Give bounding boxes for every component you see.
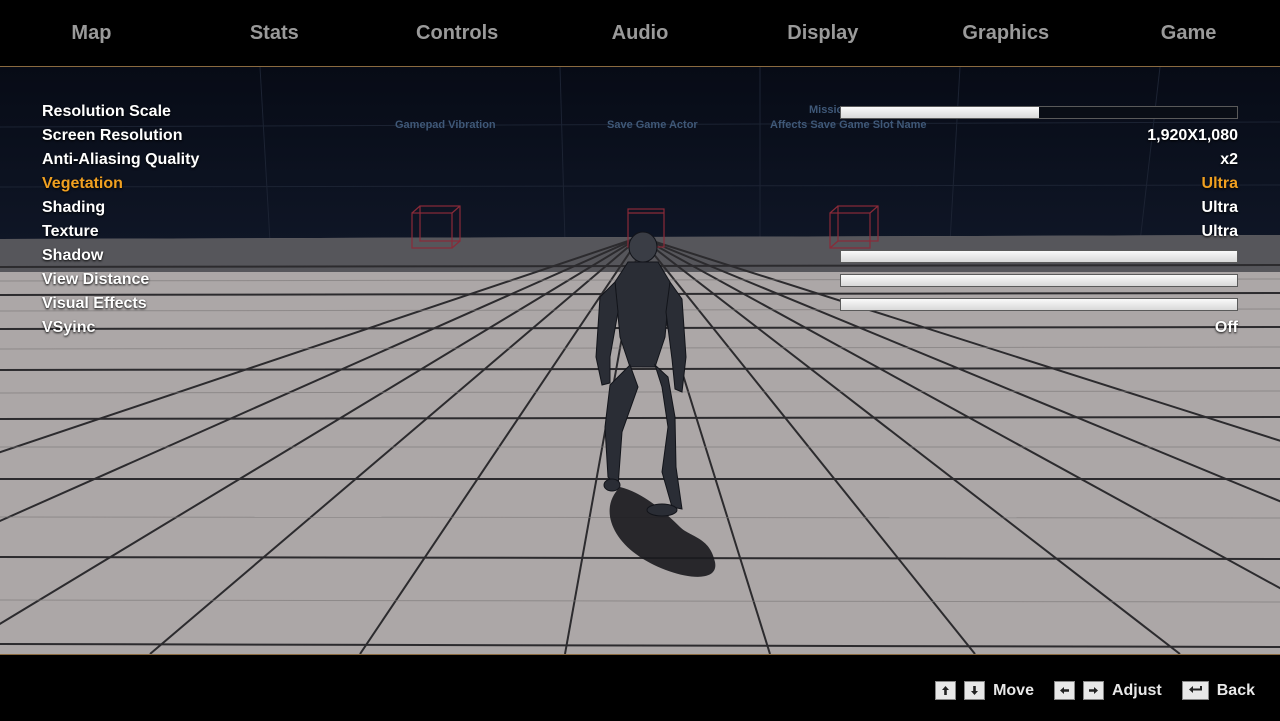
bottom-hint-bar: Move Adjust Back xyxy=(0,654,1280,721)
slider-fill xyxy=(841,251,1237,262)
setting-visual-effects[interactable]: Visual Effects xyxy=(42,293,1238,317)
resolution-scale-slider[interactable] xyxy=(840,106,1238,119)
setting-label: Screen Resolution xyxy=(42,127,183,144)
tab-map[interactable]: Map xyxy=(0,0,183,66)
setting-value: Ultra xyxy=(1201,223,1238,240)
setting-anti-aliasing[interactable]: Anti-Aliasing Quality x2 xyxy=(42,149,1238,173)
control-hints: Move Adjust Back xyxy=(935,681,1255,700)
setting-label: Shadow xyxy=(42,247,104,264)
setting-vsync[interactable]: VSyinc Off xyxy=(42,317,1238,341)
setting-shadow[interactable]: Shadow xyxy=(42,245,1238,269)
setting-value: Ultra xyxy=(1201,175,1238,192)
arrow-left-key-icon xyxy=(1053,681,1075,700)
setting-texture[interactable]: Texture Ultra xyxy=(42,221,1238,245)
arrow-up-key-icon xyxy=(935,681,957,700)
tab-controls[interactable]: Controls xyxy=(366,0,549,66)
setting-label: Resolution Scale xyxy=(42,103,171,120)
tab-graphics[interactable]: Graphics xyxy=(914,0,1097,66)
tab-audio[interactable]: Audio xyxy=(549,0,732,66)
setting-label: VSyinc xyxy=(42,319,96,336)
setting-value: Off xyxy=(1214,319,1238,336)
visual-effects-slider[interactable] xyxy=(840,298,1238,311)
setting-value: 1,920X1,080 xyxy=(1147,127,1238,144)
setting-screen-resolution[interactable]: Screen Resolution 1,920X1,080 xyxy=(42,125,1238,149)
slider-fill xyxy=(841,299,1237,310)
setting-resolution-scale[interactable]: Resolution Scale xyxy=(42,101,1238,125)
setting-label: Visual Effects xyxy=(42,295,147,312)
slider-fill xyxy=(841,107,1039,118)
setting-label: Vegetation xyxy=(42,175,123,192)
hint-move: Move xyxy=(993,681,1034,699)
arrow-down-key-icon xyxy=(964,681,986,700)
setting-label: Texture xyxy=(42,223,99,240)
view-distance-slider[interactable] xyxy=(840,274,1238,287)
setting-label: Anti-Aliasing Quality xyxy=(42,151,200,168)
setting-view-distance[interactable]: View Distance xyxy=(42,269,1238,293)
hint-adjust: Adjust xyxy=(1111,681,1162,699)
hint-back[interactable]: Back xyxy=(1217,682,1255,700)
setting-label: View Distance xyxy=(42,271,150,288)
tab-game[interactable]: Game xyxy=(1097,0,1280,66)
backspace-key-icon xyxy=(1181,681,1209,700)
setting-value: x2 xyxy=(1220,151,1238,168)
arrow-right-key-icon xyxy=(1082,681,1104,700)
tab-stats[interactable]: Stats xyxy=(183,0,366,66)
setting-shading[interactable]: Shading Ultra xyxy=(42,197,1238,221)
tab-display[interactable]: Display xyxy=(731,0,914,66)
slider-fill xyxy=(841,275,1237,286)
setting-value: Ultra xyxy=(1201,199,1238,216)
setting-vegetation[interactable]: Vegetation Ultra xyxy=(42,173,1238,197)
tab-bar: Map Stats Controls Audio Display Graphic… xyxy=(0,0,1280,67)
shadow-slider[interactable] xyxy=(840,250,1238,263)
setting-label: Shading xyxy=(42,199,106,216)
